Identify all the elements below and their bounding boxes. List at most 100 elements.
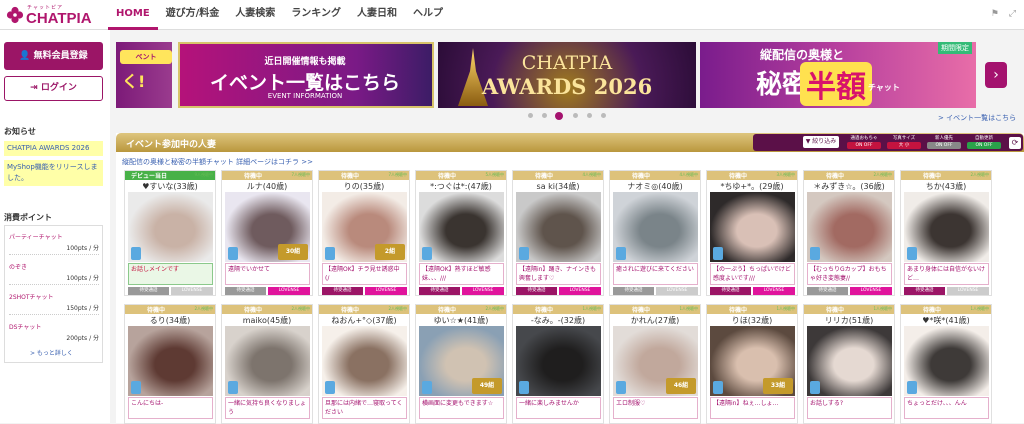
performer-name[interactable]: りの(35歳) — [319, 181, 409, 192]
carousel-dot[interactable] — [601, 113, 606, 118]
performer-name[interactable]: ちか(43歳) — [901, 181, 991, 192]
performer-photo[interactable]: 2組 — [322, 192, 407, 262]
expand-icon[interactable]: ⤢ — [1009, 9, 1016, 19]
performer-comment: 横画面に変更もできます☆ — [419, 397, 504, 419]
phone-icon — [713, 381, 723, 394]
performer-name[interactable]: かれん(27歳) — [610, 315, 700, 326]
performer-photo[interactable] — [516, 326, 601, 396]
nav-ranking[interactable]: ランキング — [283, 0, 349, 30]
carousel-dot[interactable] — [573, 113, 578, 118]
event-detail-link[interactable]: 縦配信の奥様と秘密の半額チャット 詳細ページはコチラ >> — [122, 157, 313, 167]
phone-icon — [810, 381, 820, 394]
chatpia-logo[interactable]: チャットピア CHATPIA — [6, 2, 98, 28]
banner-event-list[interactable]: 近日開催情報も掲載 イベント一覧はこちら EVENT INFORMATION — [178, 42, 434, 108]
performer-card[interactable]: 待機中 1人視聴中 リリカ(51歳) お話しする? — [803, 304, 895, 424]
nav-how-to-play[interactable]: 遊び方/料金 — [158, 0, 228, 30]
performer-photo[interactable]: 49組 — [419, 326, 504, 396]
performer-photo[interactable] — [904, 326, 989, 396]
performer-photo[interactable] — [128, 326, 213, 396]
phone-icon — [131, 247, 141, 260]
performer-photo[interactable] — [613, 192, 698, 262]
nav-home[interactable]: HOME — [108, 0, 158, 30]
more-details-link[interactable]: > もっと詳しく — [30, 348, 73, 357]
carousel-dot[interactable] — [542, 113, 547, 118]
performer-card[interactable]: 待機中 2人視聴中 ゆい☆★(41歳) 49組 横画面に変更もできます☆ — [415, 304, 507, 424]
performer-photo[interactable] — [322, 326, 407, 396]
performer-name[interactable]: ゆい☆★(41歳) — [416, 315, 506, 326]
performer-photo[interactable] — [807, 326, 892, 396]
register-button[interactable]: 👤 無料会員登録 — [4, 42, 103, 70]
banner-half-price[interactable]: 期間限定 縦配信の奥様と 秘密の 半額 チャット — [700, 42, 976, 108]
login-button[interactable]: ⇥ ログイン — [4, 76, 103, 101]
performer-card[interactable]: 待機中 7人視聴中 りの(35歳) 2組 【遠隔OK】チラ見せ誘惑中(/ 待受通話 LOVE… — [318, 170, 410, 296]
performer-card[interactable]: 待機中 1人視聴中 -なみ。-(32歳) 一緒に楽しみませんか — [512, 304, 604, 424]
performer-name[interactable]: ♥*咲*(41歳) — [901, 315, 991, 326]
performer-card[interactable]: デビュー当日 9人視聴中 ♥すいな(33歳) お話しメインです 待受通話 LOVENSE — [124, 170, 216, 296]
status-label: デビュー当日 — [131, 173, 168, 180]
viewer-count: 1人視聴中 — [776, 306, 795, 311]
performer-photo[interactable] — [807, 192, 892, 262]
nav-diary[interactable]: 人妻日和 — [349, 0, 405, 30]
performer-card[interactable]: 待機中 2人視聴中 ＊みずき☆。(36歳) 【むっちりGカップ】おもちゃ好き変態妻//… — [803, 170, 895, 296]
carousel-dot[interactable] — [587, 113, 592, 118]
status-bar: 待機中 7人視聴中 — [222, 171, 312, 180]
performer-card[interactable]: 待機中 7人視聴中 ルナ(40歳) 30組 遠隔でいかせて 待受通話 LOVENSE — [221, 170, 313, 296]
performer-name[interactable]: りほ(32歳) — [707, 315, 797, 326]
performer-photo[interactable]: 33組 — [710, 326, 795, 396]
performer-card[interactable]: 待機中 1人視聴中 りほ(32歳) 33組 【遠隔in】ねぇ…しょ… — [706, 304, 798, 424]
performer-card[interactable]: 待機中 1人視聴中 かれん(27歳) 46組 エロ制服♡ — [609, 304, 701, 424]
auto-refresh-toggle[interactable]: 自動更新 ON OFF — [967, 135, 1001, 150]
performer-name[interactable]: ＊みずき☆。(36歳) — [804, 181, 894, 192]
performer-name[interactable]: リリカ(51歳) — [804, 315, 894, 326]
performer-name[interactable]: *ちゆ+*。(29歳) — [707, 181, 797, 192]
news-item[interactable]: MyShop機能をリリースしました。 — [4, 160, 103, 186]
filter-button[interactable]: ▼ 絞り込み — [803, 136, 839, 148]
performer-name[interactable]: ねおん+°◇(37歳) — [319, 315, 409, 326]
banner-awards[interactable]: CHATPIA AWARDS 2026 — [438, 42, 696, 108]
performer-card[interactable]: 待機中 2人視聴中 ねおん+°◇(37歳) 旦那には内緒で…寝取ってください — [318, 304, 410, 424]
performer-photo[interactable] — [419, 192, 504, 262]
performer-name[interactable]: -なみ。-(32歳) — [513, 315, 603, 326]
performer-photo[interactable] — [516, 192, 601, 262]
performer-card[interactable]: 待機中 1人視聴中 ♥*咲*(41歳) ちょっとだけ、、、んん — [900, 304, 992, 424]
viewer-count: 3人視聴中 — [776, 172, 795, 177]
event-list-link[interactable]: > イベント一覧はこちら — [938, 113, 1016, 123]
toy-toggle[interactable]: 通過おもちゃ ON OFF — [847, 135, 881, 150]
nav-search[interactable]: 人妻検索 — [227, 0, 283, 30]
performer-name[interactable]: maiko(45歳) — [222, 315, 312, 326]
performer-name[interactable]: ♥すいな(33歳) — [125, 181, 215, 192]
news-item[interactable]: CHATPIA AWARDS 2026 — [4, 141, 103, 156]
performer-card[interactable]: 待機中 2人視聴中 maiko(45歳) 一緒に気持ち良くなりましょう — [221, 304, 313, 424]
banner-event-partial[interactable]: ベント く! — [116, 42, 172, 108]
performer-photo[interactable] — [225, 326, 310, 396]
performer-photo[interactable]: 30組 — [225, 192, 310, 262]
performer-name[interactable]: ナオミ◎(40歳) — [610, 181, 700, 192]
refresh-icon[interactable]: ⟳ — [1009, 137, 1021, 149]
nav-help[interactable]: ヘルプ — [405, 0, 451, 30]
performer-card[interactable]: 待機中 4人視聴中 ナオミ◎(40歳) 癒されに遊びに来てください 待受通話 LOVENS… — [609, 170, 701, 296]
carousel-dot-active[interactable] — [555, 112, 563, 120]
performer-card[interactable]: 待機中 2人視聴中 ちか(43歳) あまり身体には自信がないけど… 待受通話 LOVENS… — [900, 170, 992, 296]
performer-photo[interactable] — [128, 192, 213, 262]
phone-icon — [228, 381, 238, 394]
carousel-dot[interactable] — [528, 113, 533, 118]
carousel-next-button[interactable]: › — [985, 62, 1007, 88]
phone-icon — [422, 247, 432, 260]
points-row: パーティーチャット 100pts / 分 — [9, 232, 99, 255]
flag-icon[interactable]: ⚑ — [991, 9, 999, 19]
performer-photo[interactable] — [710, 192, 795, 262]
performer-name[interactable]: るり(34歳) — [125, 315, 215, 326]
performer-card[interactable]: 待機中 2人視聴中 るり(34歳) こんにちは- — [124, 304, 216, 424]
rank-badge: 49組 — [472, 378, 502, 394]
performer-card[interactable]: 待機中 5人視聴中 *:つぐは*:(47歳) 【遠隔OK】熟すほど敏感妹、、、/// 待… — [415, 170, 507, 296]
performer-card[interactable]: 待機中 4人視聴中 sa ki(34歳) 【遠隔in】踊き、ナインきも興奮します♡ 待受… — [512, 170, 604, 296]
photo-size-toggle[interactable]: 写真サイズ 大 小 — [887, 135, 921, 150]
newcomer-toggle[interactable]: 新人優先 ON OFF — [927, 135, 961, 150]
performer-photo[interactable]: 46組 — [613, 326, 698, 396]
performer-photo[interactable] — [904, 192, 989, 262]
performer-name[interactable]: *:つぐは*:(47歳) — [416, 181, 506, 192]
performer-name[interactable]: ルナ(40歳) — [222, 181, 312, 192]
performer-comment: 旦那には内緒で…寝取ってください — [322, 397, 407, 419]
performer-name[interactable]: sa ki(34歳) — [513, 181, 603, 192]
performer-card[interactable]: 待機中 3人視聴中 *ちゆ+*。(29歳) 【の一ぷう】ちっぱいでけど感度よいです//… — [706, 170, 798, 296]
